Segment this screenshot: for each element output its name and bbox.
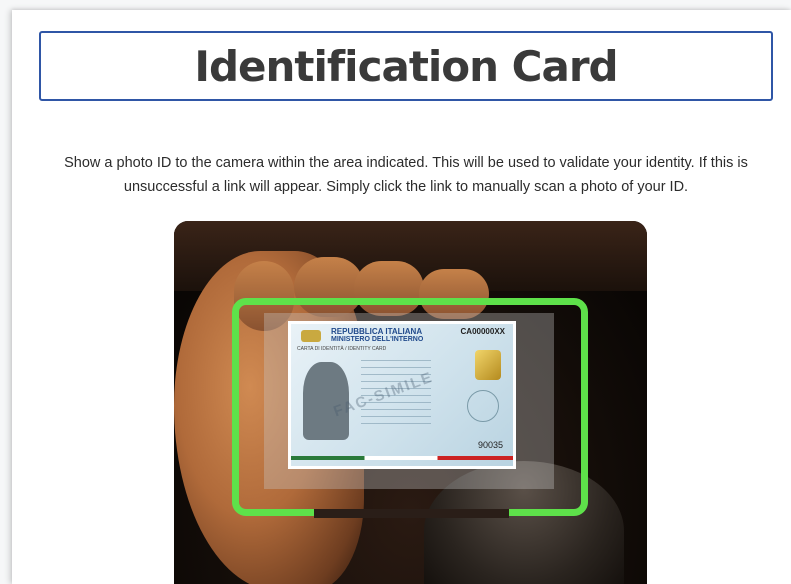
id-card-number: CA00000XX — [460, 327, 505, 336]
flag-stripe — [291, 456, 513, 460]
chip-icon — [475, 350, 501, 380]
emblem-icon — [301, 330, 321, 342]
seal-icon — [467, 390, 499, 422]
title-box: Identification Card — [39, 31, 773, 101]
id-document-type: CARTA DI IDENTITÀ / IDENTITY CARD — [297, 346, 387, 352]
scan-frame-gap — [314, 509, 509, 518]
id-country: REPUBBLICA ITALIANA — [331, 327, 423, 336]
id-ministry: MINISTERO DELL'INTERNO — [331, 336, 424, 343]
instructions-text: Show a photo ID to the camera within the… — [64, 155, 748, 195]
id-card-image: REPUBBLICA ITALIANA MINISTERO DELL'INTER… — [288, 321, 516, 469]
page-title: Identification Card — [194, 41, 618, 91]
id-code: 90035 — [477, 440, 503, 450]
camera-preview: REPUBBLICA ITALIANA MINISTERO DELL'INTER… — [174, 221, 647, 584]
page-container: Identification Card Show a photo ID to t… — [12, 10, 791, 584]
